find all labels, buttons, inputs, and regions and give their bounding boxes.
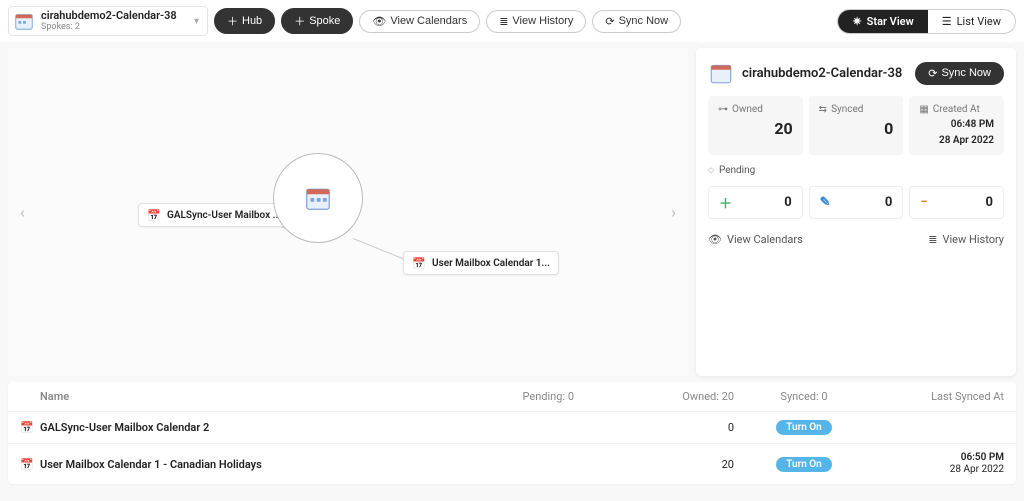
spoke-node-label: User Mailbox Calendar 1... <box>432 258 550 269</box>
plus-icon: ＋ <box>719 193 732 212</box>
star-view-tab[interactable]: ✷ Star View <box>838 10 927 33</box>
table-header: Name Pending: 0 Owned: 20 Synced: 0 Last… <box>8 382 1016 412</box>
view-history-label: View History <box>512 15 573 27</box>
owned-stat: ⊶ Owned 20 <box>708 96 803 155</box>
list-icon: ≣ <box>499 15 508 28</box>
plus-icon: ＋ <box>294 13 305 29</box>
turn-on-button[interactable]: Turn On <box>776 420 832 435</box>
top-toolbar: cirahubdemo2-Calendar-38 Spokes: 2 ▾ ＋ H… <box>0 0 1024 42</box>
star-view-canvas: ‹ › 📅 GALSync-User Mailbox ... 📅 User Ma… <box>8 48 688 376</box>
row-owned: 20 <box>574 458 734 471</box>
details-view-calendars-link[interactable]: 👁 View Calendars <box>708 233 803 246</box>
pending-edit-stat: ✎ 0 <box>809 186 904 219</box>
col-synced: Synced: 0 <box>734 390 874 403</box>
plus-icon: ＋ <box>227 13 238 29</box>
owned-value: 20 <box>718 119 793 138</box>
eye-icon: 👁 <box>372 15 386 28</box>
pending-remove-value: 0 <box>986 195 993 210</box>
refresh-icon: ⟳ <box>928 67 937 80</box>
pending-label: Pending <box>719 165 755 176</box>
sync-icon: ⇆ <box>819 104 827 115</box>
list-view-tab[interactable]: ☰ List View <box>928 10 1015 33</box>
details-sync-now-label: Sync Now <box>941 67 991 79</box>
hub-node[interactable] <box>273 153 363 243</box>
calendar-icon <box>708 60 734 86</box>
pending-icon: ◌ <box>708 165 714 176</box>
calendar-selector[interactable]: cirahubdemo2-Calendar-38 Spokes: 2 ▾ <box>8 6 208 36</box>
pencil-icon: ✎ <box>820 195 831 210</box>
calendar-icon: 📅 <box>20 421 40 434</box>
link-icon: ⊶ <box>718 104 728 115</box>
eye-icon: 👁 <box>708 233 722 246</box>
calendar-icon: 📅 <box>20 458 40 471</box>
calendar-icon: 📅 <box>412 256 426 270</box>
created-date: 28 Apr 2022 <box>919 135 994 147</box>
pending-add-stat: ＋ 0 <box>708 186 803 219</box>
view-calendars-button[interactable]: 👁 View Calendars <box>359 10 480 33</box>
table-row[interactable]: 📅 GALSync-User Mailbox Calendar 2 0 Turn… <box>8 412 1016 444</box>
synced-stat: ⇆ Synced 0 <box>809 96 904 155</box>
row-last: 06:50 PM 28 Apr 2022 <box>874 452 1004 476</box>
turn-on-button[interactable]: Turn On <box>776 457 832 472</box>
created-time: 06:48 PM <box>919 119 994 131</box>
prev-arrow[interactable]: ‹ <box>14 197 31 228</box>
details-view-history-link[interactable]: ≣ View History <box>928 233 1004 246</box>
spokes-table: Name Pending: 0 Owned: 20 Synced: 0 Last… <box>8 382 1016 484</box>
calendar-icon: 📅 <box>147 208 161 222</box>
list-icon: ☰ <box>942 15 952 28</box>
list-icon: ≣ <box>928 233 937 246</box>
sync-now-label: Sync Now <box>619 15 669 27</box>
details-sync-now-button[interactable]: ⟳ Sync Now <box>915 62 1004 85</box>
view-toggle: ✷ Star View ☰ List View <box>837 9 1016 34</box>
row-owned: 0 <box>574 421 734 434</box>
row-name: User Mailbox Calendar 1 - Canadian Holid… <box>40 458 454 471</box>
spoke-node-label: GALSync-User Mailbox ... <box>167 210 281 221</box>
created-label: Created At <box>933 104 980 115</box>
calendar-icon <box>303 183 333 213</box>
connector-line <box>353 238 409 261</box>
pending-remove-stat: − 0 <box>909 186 1004 219</box>
table-row[interactable]: 📅 User Mailbox Calendar 1 - Canadian Hol… <box>8 444 1016 484</box>
synced-value: 0 <box>819 119 894 138</box>
spoke-node[interactable]: 📅 GALSync-User Mailbox ... <box>138 203 290 227</box>
calendar-selector-title: cirahubdemo2-Calendar-38 <box>41 10 177 22</box>
created-stat: ▦ Created At 06:48 PM 28 Apr 2022 <box>909 96 1004 155</box>
spoke-node[interactable]: 📅 User Mailbox Calendar 1... <box>403 251 559 275</box>
synced-label: Synced <box>831 104 863 115</box>
view-calendars-label: View Calendars <box>390 15 467 27</box>
view-history-button[interactable]: ≣ View History <box>486 10 586 33</box>
pending-edit-value: 0 <box>885 195 892 210</box>
col-owned: Owned: 20 <box>574 390 734 403</box>
row-name: GALSync-User Mailbox Calendar 2 <box>40 421 454 434</box>
minus-icon: − <box>920 195 927 210</box>
owned-label: Owned <box>732 104 763 115</box>
add-hub-label: Hub <box>242 15 262 27</box>
calendar-small-icon: ▦ <box>919 104 928 115</box>
pending-add-value: 0 <box>784 195 791 210</box>
details-view-history-label: View History <box>943 233 1005 246</box>
star-network-icon: ✷ <box>852 15 861 28</box>
calendar-selector-subtitle: Spokes: 2 <box>41 22 177 32</box>
col-pending: Pending: 0 <box>454 390 574 403</box>
list-view-label: List View <box>957 15 1001 28</box>
sync-now-button[interactable]: ⟳ Sync Now <box>592 10 681 33</box>
star-view-label: Star View <box>867 15 914 28</box>
pending-section-label: ◌ Pending <box>708 165 1004 176</box>
add-spoke-label: Spoke <box>309 15 340 27</box>
add-spoke-button[interactable]: ＋ Spoke <box>281 8 353 34</box>
chevron-down-icon: ▾ <box>194 16 199 27</box>
details-panel: cirahubdemo2-Calendar-38 ⟳ Sync Now ⊶ Own… <box>696 48 1016 376</box>
col-name: Name <box>40 390 454 403</box>
details-title: cirahubdemo2-Calendar-38 <box>742 66 907 81</box>
refresh-icon: ⟳ <box>605 15 614 28</box>
main-area: ‹ › 📅 GALSync-User Mailbox ... 📅 User Ma… <box>0 42 1024 382</box>
add-hub-button[interactable]: ＋ Hub <box>214 8 275 34</box>
next-arrow[interactable]: › <box>665 197 682 228</box>
col-last: Last Synced At <box>874 390 1004 403</box>
details-view-calendars-label: View Calendars <box>727 233 803 246</box>
calendar-icon <box>13 10 35 32</box>
